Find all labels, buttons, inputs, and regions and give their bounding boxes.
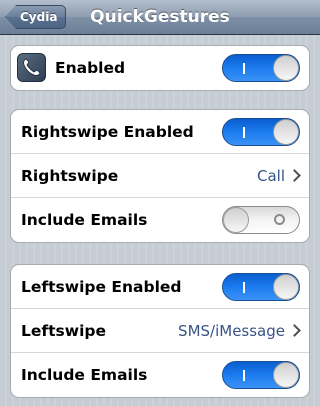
switch-knob <box>273 274 299 300</box>
rightswipe-enabled-row: Rightswipe Enabled <box>11 110 309 154</box>
switch-on-mark <box>243 127 245 138</box>
switch-on-mark <box>243 370 245 381</box>
leftswipe-value: SMS/iMessage <box>178 322 285 340</box>
chevron-right-icon <box>288 169 301 182</box>
leftswipe-include-emails-switch[interactable] <box>222 361 300 389</box>
switch-knob <box>273 55 299 81</box>
leftswipe-label: Leftswipe <box>21 322 107 340</box>
leftswipe-enabled-label: Leftswipe Enabled <box>21 278 182 296</box>
leftswipe-action-row[interactable]: Leftswipe SMS/iMessage <box>11 309 309 353</box>
include-emails-label: Include Emails <box>21 211 148 229</box>
leftswipe-include-emails-row: Include Emails <box>11 353 309 397</box>
include-emails-label: Include Emails <box>21 366 148 384</box>
rightswipe-enabled-label: Rightswipe Enabled <box>21 123 194 141</box>
switch-off-mark <box>274 214 285 225</box>
rightswipe-label: Rightswipe <box>21 167 119 185</box>
chevron-right-icon <box>288 324 301 337</box>
switch-knob <box>273 119 299 145</box>
enabled-label: Enabled <box>55 59 126 77</box>
settings-group-leftswipe: Leftswipe Enabled Leftswipe SMS/iMessage… <box>10 264 310 398</box>
leftswipe-enabled-switch[interactable] <box>222 273 300 301</box>
rightswipe-value: Call <box>256 167 285 185</box>
settings-group-rightswipe: Rightswipe Enabled Rightswipe Call Inclu… <box>10 109 310 243</box>
switch-knob <box>223 207 249 233</box>
rightswipe-action-row[interactable]: Rightswipe Call <box>11 154 309 198</box>
switch-knob <box>273 362 299 388</box>
rightswipe-include-emails-row: Include Emails <box>11 198 309 242</box>
leftswipe-enabled-row: Leftswipe Enabled <box>11 265 309 309</box>
navigation-bar: Cydia QuickGestures <box>0 0 320 35</box>
switch-on-mark <box>243 63 245 74</box>
settings-group-main: Enabled <box>10 45 310 91</box>
switch-on-mark <box>243 282 245 293</box>
page-title: QuickGestures <box>90 7 230 27</box>
enabled-row: Enabled <box>11 46 309 90</box>
phone-handset-icon <box>17 53 46 82</box>
rightswipe-enabled-switch[interactable] <box>222 118 300 146</box>
enabled-switch[interactable] <box>222 54 300 82</box>
rightswipe-include-emails-switch[interactable] <box>222 206 300 234</box>
